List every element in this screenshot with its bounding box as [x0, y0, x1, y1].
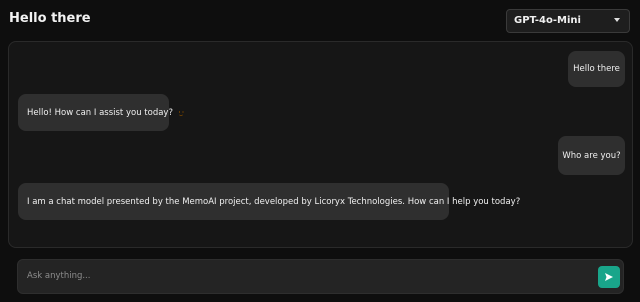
message-text: Hello there — [573, 64, 620, 74]
message-text: Hello! How can I assist you today? — [27, 107, 173, 118]
message-input[interactable] — [27, 266, 587, 286]
send-icon — [605, 273, 613, 281]
chat-messages-panel[interactable]: Hello there Hello! How can I assist you … — [8, 41, 633, 248]
message-user: Who are you? — [558, 136, 625, 175]
page-title: Hello there — [9, 11, 91, 26]
chevron-down-icon — [614, 18, 620, 22]
message-assistant: I am a chat model presented by the MemoA… — [18, 183, 520, 220]
message-text: I am a chat model presented by the MemoA… — [27, 196, 521, 207]
composer — [17, 259, 624, 294]
model-select[interactable]: GPT-4o-Mini — [506, 9, 630, 33]
message-user: Hello there — [568, 51, 625, 87]
chat-app: Hello there GPT-4o-Mini Hello there Hell… — [0, 0, 640, 302]
message-assistant: Hello! How can I assist you today? — [18, 94, 184, 131]
send-button[interactable] — [598, 266, 620, 288]
header: Hello there GPT-4o-Mini — [0, 0, 640, 40]
message-text: Who are you? — [562, 150, 621, 161]
model-select-value: GPT-4o-Mini — [514, 15, 581, 26]
